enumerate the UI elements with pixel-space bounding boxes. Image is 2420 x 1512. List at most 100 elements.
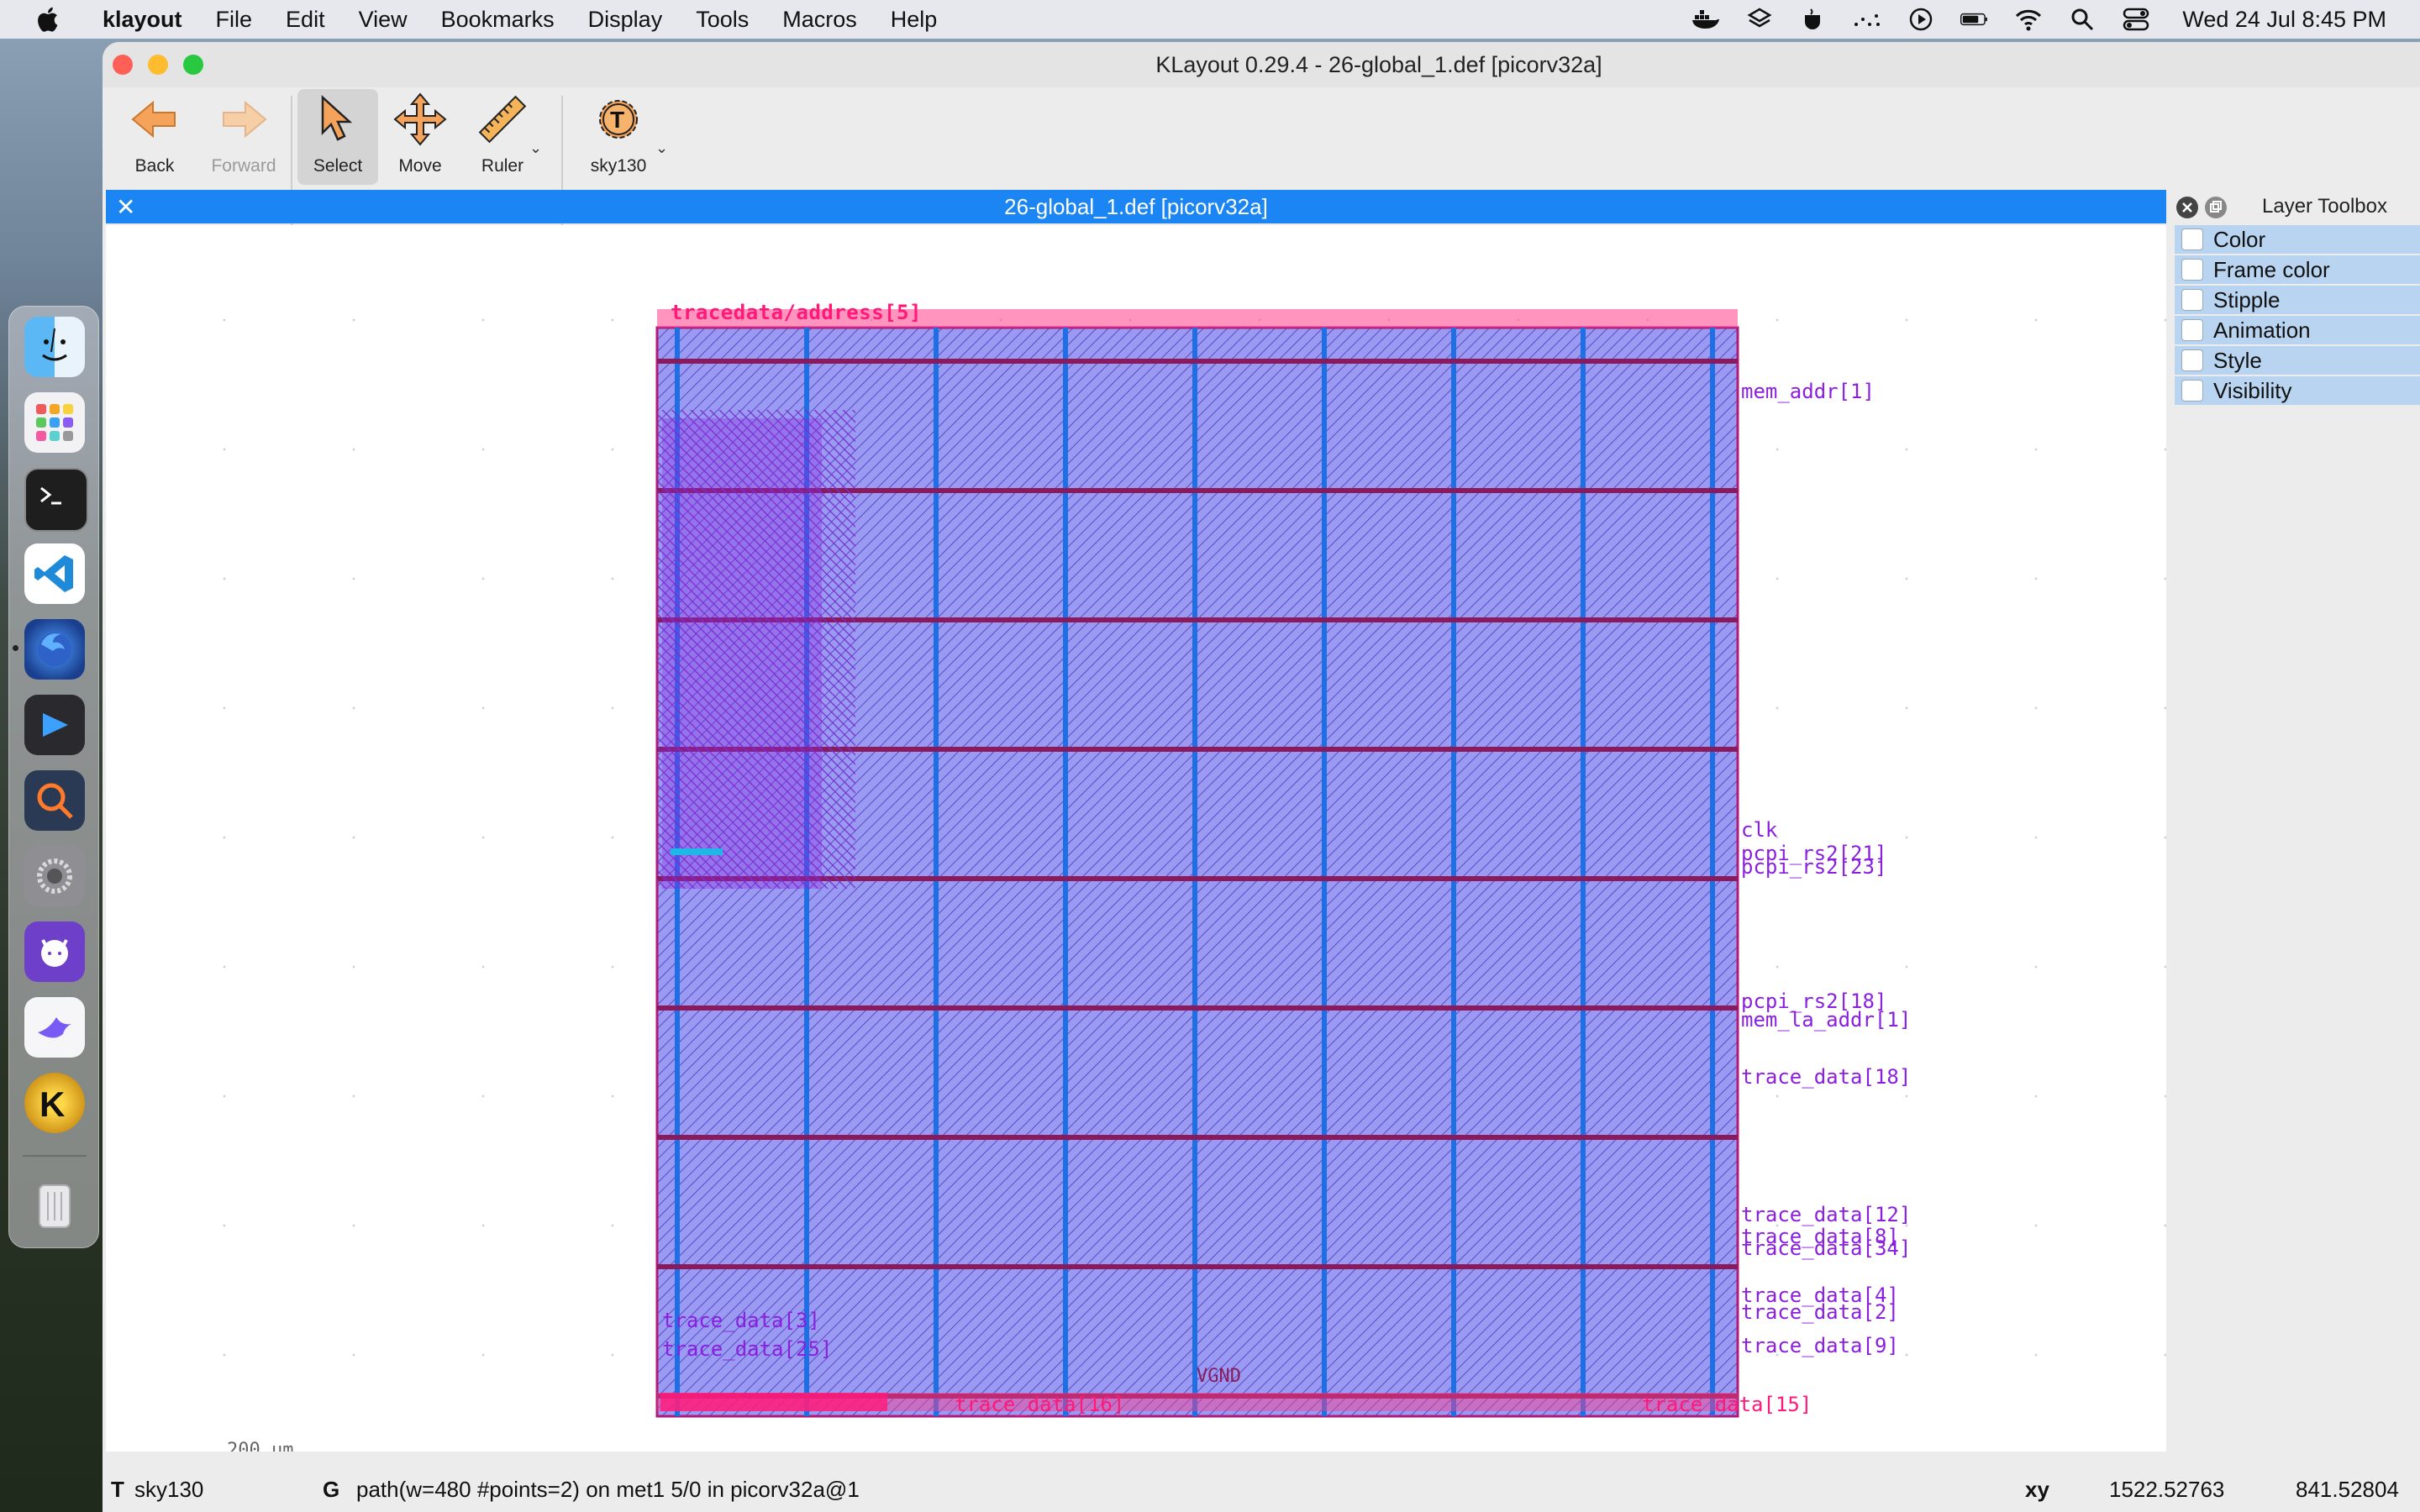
forward-arrow-icon — [223, 100, 267, 139]
menu-help[interactable]: Help — [874, 7, 955, 33]
window-title: KLayout 0.29.4 - 26-global_1.def [picorv… — [1155, 51, 1602, 77]
dock: K — [8, 306, 99, 1248]
search-app-icon[interactable] — [24, 770, 85, 831]
play-circle-icon[interactable] — [1907, 5, 1935, 34]
zoom-window-button[interactable] — [183, 55, 203, 75]
toolbox-section-animation[interactable]: Animation — [2175, 316, 2420, 346]
status-y-coordinate: 841.52804 — [2296, 1477, 2399, 1502]
apple-icon[interactable] — [34, 4, 64, 34]
bottom-pin-label[interactable]: trace_data[16] — [955, 1393, 1124, 1416]
left-pin-cluster-core[interactable] — [662, 418, 822, 889]
status-xy-label: xy — [2025, 1477, 2049, 1502]
docker-icon[interactable] — [1691, 5, 1720, 34]
left-pin-label[interactable]: trace_data[3] — [662, 1309, 820, 1332]
search-icon[interactable] — [2068, 5, 2096, 34]
technology-button[interactable]: T sky130 — [578, 89, 659, 185]
layout-tab-title: 26-global_1.def [picorv32a] — [1004, 193, 1268, 219]
layer-toolbox-panel: Layer Toolbox Color Frame color Stipple … — [2170, 190, 2420, 1450]
right-pin-label[interactable]: trace_data[34] — [1741, 1236, 1911, 1260]
right-pin-label[interactable]: mem_la_addr[1] — [1741, 1008, 1911, 1032]
status-technology: sky130 — [134, 1477, 204, 1502]
layout-canvas[interactable]: tracedata/address[5] mem_addr[1] clk pcp… — [106, 225, 2166, 1452]
technology-indicator-icon: T — [111, 1477, 124, 1502]
menu-bar: klayout File Edit View Bookmarks Display… — [0, 0, 2420, 39]
back-button[interactable]: Back — [114, 89, 195, 185]
bottom-pin-cluster-left[interactable] — [660, 1393, 887, 1411]
launchpad-icon[interactable] — [24, 392, 85, 453]
section-expand-checkbox[interactable] — [2181, 349, 2203, 371]
minimize-window-button[interactable] — [148, 55, 168, 75]
control-center-icon[interactable] — [2122, 5, 2150, 34]
status-bar: T sky130 G path(w=480 #points=2) on met1… — [103, 1465, 2420, 1512]
vscode-icon[interactable] — [24, 543, 85, 604]
firefox-icon[interactable] — [24, 619, 85, 680]
finder-icon[interactable] — [24, 317, 85, 377]
ruler-dropdown-chevron-icon[interactable]: ⌄ — [529, 139, 542, 157]
bottom-pin-label[interactable]: trace_data[15] — [1642, 1393, 1812, 1416]
media-player-icon[interactable] — [24, 695, 85, 755]
selected-path[interactable] — [671, 848, 723, 855]
toolbox-section-color[interactable]: Color — [2175, 225, 2420, 255]
close-window-button[interactable] — [113, 55, 133, 75]
bird-app-icon[interactable] — [24, 997, 85, 1058]
right-pin-label[interactable]: trace_data[2] — [1741, 1300, 1899, 1324]
ruler-tool-button[interactable]: Ruler — [462, 89, 543, 185]
dots-icon[interactable] — [1853, 5, 1881, 34]
layer-toolbox-header: Layer Toolbox — [2170, 190, 2420, 223]
forward-button[interactable]: Forward — [203, 89, 284, 185]
status-selection-info: path(w=480 #points=2) on met1 5/0 in pic… — [356, 1477, 860, 1502]
section-expand-checkbox[interactable] — [2181, 259, 2203, 281]
section-expand-checkbox[interactable] — [2181, 319, 2203, 341]
menu-clock[interactable]: Wed 24 Jul 8:45 PM — [2182, 7, 2386, 33]
section-expand-checkbox[interactable] — [2181, 228, 2203, 250]
close-panel-icon[interactable] — [2176, 197, 2198, 218]
menu-tools[interactable]: Tools — [679, 7, 765, 33]
menu-bookmarks[interactable]: Bookmarks — [424, 7, 571, 33]
toolbox-section-style[interactable]: Style — [2175, 346, 2420, 376]
wifi-icon[interactable] — [2014, 5, 2043, 34]
system-settings-icon[interactable] — [24, 846, 85, 906]
coffee-icon[interactable] — [1799, 5, 1828, 34]
right-pin-label[interactable]: trace_data[18] — [1741, 1065, 1911, 1089]
center-net-label[interactable]: VGND — [1197, 1366, 1241, 1387]
layout-tab[interactable]: ✕ 26-global_1.def [picorv32a] — [106, 190, 2166, 223]
close-tab-icon[interactable]: ✕ — [116, 193, 135, 221]
layout-view[interactable] — [106, 225, 2166, 1452]
section-expand-checkbox[interactable] — [2181, 289, 2203, 311]
menu-macros[interactable]: Macros — [765, 7, 874, 33]
grid-indicator-icon: G — [323, 1477, 340, 1502]
menu-app-name[interactable]: klayout — [87, 7, 199, 33]
window-titlebar[interactable]: KLayout 0.29.4 - 26-global_1.def [picorv… — [103, 42, 2420, 87]
toolbox-section-visibility[interactable]: Visibility — [2175, 376, 2420, 407]
menu-edit[interactable]: Edit — [269, 7, 342, 33]
layer-toolbox-title: Layer Toolbox — [2262, 195, 2387, 218]
menu-display[interactable]: Display — [571, 7, 680, 33]
technology-gear-icon: T — [599, 100, 638, 139]
klayout-icon[interactable]: K — [24, 1073, 85, 1133]
technology-dropdown-chevron-icon[interactable]: ⌄ — [655, 139, 668, 157]
terminal-icon[interactable] — [24, 468, 88, 532]
github-icon[interactable] — [24, 921, 85, 982]
top-pin-label[interactable]: tracedata/address[5] — [671, 301, 922, 324]
right-pin-label[interactable]: clk — [1741, 818, 1777, 842]
toolbox-section-frame-color[interactable]: Frame color — [2175, 255, 2420, 286]
menu-file[interactable]: File — [199, 7, 270, 33]
right-pin-label[interactable]: trace_data[9] — [1741, 1334, 1899, 1357]
move-tool-button[interactable]: Move — [380, 89, 460, 185]
move-arrows-icon — [393, 92, 447, 146]
right-pin-label[interactable]: pcpi_rs2[23] — [1741, 855, 1886, 879]
right-pin-label[interactable]: mem_addr[1] — [1741, 380, 1875, 403]
select-tool-button[interactable]: Select — [297, 89, 378, 185]
menu-view[interactable]: View — [342, 7, 424, 33]
trash-icon[interactable] — [24, 1173, 85, 1234]
back-arrow-icon — [131, 100, 176, 139]
toolbox-section-stipple[interactable]: Stipple — [2175, 286, 2420, 316]
left-pin-label[interactable]: trace_data[25] — [662, 1337, 832, 1361]
layers-icon[interactable] — [1745, 5, 1774, 34]
right-pin-label[interactable]: trace_data[12] — [1741, 1203, 1911, 1226]
cursor-arrow-icon — [321, 95, 353, 141]
section-expand-checkbox[interactable] — [2181, 380, 2203, 402]
float-panel-icon[interactable] — [2205, 197, 2227, 218]
klayout-window: KLayout 0.29.4 - 26-global_1.def [picorv… — [103, 42, 2420, 1512]
battery-icon[interactable] — [1960, 5, 1989, 34]
